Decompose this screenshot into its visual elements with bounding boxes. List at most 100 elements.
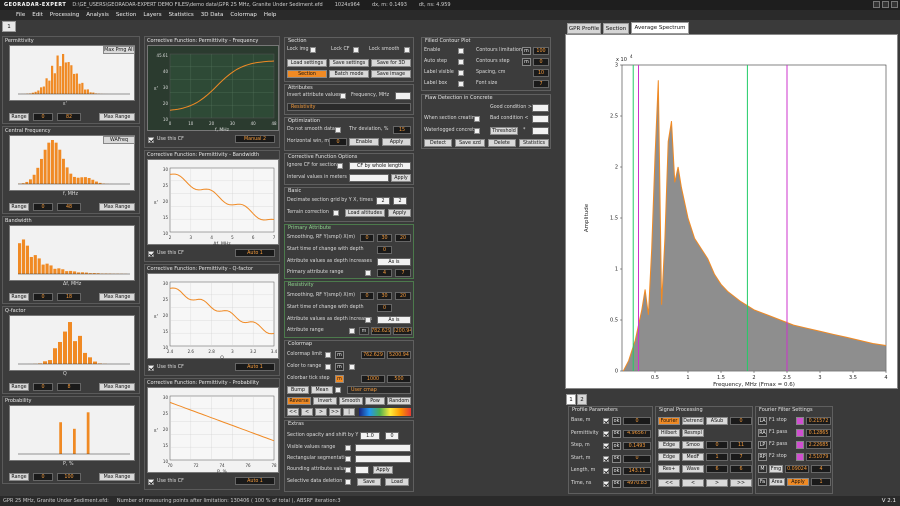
mean-button[interactable]: Mean — [311, 386, 333, 394]
decimate-y-select[interactable]: 2 — [376, 197, 390, 205]
fourier-key-button[interactable]: LA — [758, 417, 767, 425]
signal-cell-r3-0[interactable]: Edge — [658, 441, 680, 449]
signal-cell-r4-2[interactable]: 1 — [706, 453, 728, 461]
cf-mode-select[interactable]: Manual 2 — [235, 135, 275, 143]
waterlogged-checkbox[interactable] — [474, 128, 480, 134]
label-visible-checkbox[interactable] — [458, 70, 464, 76]
menu-section[interactable]: Section — [116, 12, 136, 18]
res-range-min[interactable]: 782.629 — [371, 327, 391, 335]
range-button[interactable]: Range — [9, 383, 29, 391]
extras-apply-button[interactable]: Apply — [373, 466, 393, 474]
shift-input[interactable]: 0 — [385, 432, 399, 440]
primary-range-max[interactable]: 7 — [395, 269, 411, 277]
range-min-input[interactable]: 0 — [33, 113, 53, 121]
max-range-button[interactable]: Max Range — [99, 113, 135, 121]
signal-cell-r4-1[interactable]: MedF — [682, 453, 704, 461]
save-settings-button[interactable]: Save settings — [329, 59, 369, 67]
opacity-select[interactable]: 1.0 — [360, 432, 380, 440]
profile-param-input[interactable]: 4970.83 — [623, 479, 651, 488]
color-range-checkbox-2[interactable] — [349, 364, 355, 370]
maximize-icon[interactable] — [882, 1, 889, 8]
cmap-first-button[interactable]: << — [287, 408, 299, 416]
profile-param-input[interactable]: 0.1493 — [623, 442, 651, 450]
cmap-bar-button[interactable]: | — [343, 408, 355, 416]
bump-button[interactable]: Bump — [287, 386, 309, 394]
interval-input[interactable] — [349, 174, 389, 182]
signal-cell-r5-3[interactable]: 6 — [730, 465, 752, 473]
bottom-tab-1[interactable]: 1 — [566, 394, 576, 405]
basic-apply-button[interactable]: Apply — [388, 209, 411, 217]
res-smooth-y[interactable]: 0 — [360, 292, 374, 300]
primary-range-checkbox[interactable] — [365, 270, 371, 276]
color-range-checkbox[interactable] — [325, 364, 331, 370]
fourier-fmg-button[interactable]: Fmg — [769, 465, 783, 473]
signal-cell-r3-3[interactable]: 11 — [730, 441, 752, 449]
primary-range-min[interactable]: 4 — [377, 269, 392, 277]
res-depth-checkbox[interactable] — [365, 317, 371, 323]
fourier-one-input[interactable]: 1 — [811, 478, 831, 486]
signal-nav-button[interactable]: > — [706, 479, 728, 487]
label-box-checkbox[interactable] — [458, 81, 464, 87]
user-cmap-select[interactable]: User cmap — [347, 386, 411, 394]
use-cf-checkbox[interactable] — [148, 479, 154, 485]
lock-img-checkbox[interactable] — [310, 47, 316, 53]
profile-param-input[interactable]: 0 — [623, 454, 651, 463]
frequency-input[interactable] — [395, 92, 411, 100]
selective-checkbox[interactable] — [345, 479, 351, 485]
fourier-four-input[interactable]: 4 — [811, 465, 831, 473]
fourier-value-input[interactable]: 2.22685 — [806, 441, 831, 449]
primary-depth-select[interactable]: As is — [377, 258, 411, 266]
profile-param-checkbox[interactable] — [603, 418, 609, 424]
max-range-button[interactable]: Max Range — [99, 473, 135, 481]
profile-param-checkbox[interactable] — [603, 443, 609, 449]
detect-button[interactable]: Detect — [424, 139, 452, 147]
fourier-color-swatch[interactable] — [796, 441, 804, 449]
res-range-max[interactable]: 5200.94 — [393, 327, 412, 335]
max-range-button[interactable]: Max Range — [99, 203, 135, 211]
tab-section[interactable]: Section — [603, 23, 629, 34]
menu-3d-data[interactable]: 3D Data — [201, 12, 224, 18]
fourier-value-input[interactable]: 0.12865 — [806, 429, 831, 437]
signal-cell-r5-1[interactable]: Wave — [682, 465, 704, 473]
when-creating-checkbox[interactable] — [474, 116, 480, 122]
cf-mode-select[interactable]: Auto 1 — [235, 477, 275, 485]
menu-file[interactable]: File — [16, 12, 25, 18]
signal-cell-r4-0[interactable]: Edge — [658, 453, 680, 461]
contour-limit-input[interactable]: 100 — [533, 47, 549, 55]
attribute-select[interactable]: Resistivity — [287, 103, 411, 111]
load-altitudes-button[interactable]: Load altitudes — [345, 209, 385, 217]
profile-param-ok-button[interactable]: ok — [612, 429, 621, 438]
res-smooth-x1[interactable]: 30 — [377, 292, 392, 300]
rect-seg-input[interactable] — [355, 455, 411, 463]
enable-button[interactable]: Enable — [349, 138, 379, 146]
save-xzd-button[interactable]: Save xzd — [455, 139, 485, 147]
cmap-last-button[interactable]: >> — [329, 408, 341, 416]
bad-condition-input[interactable] — [532, 115, 549, 123]
section-button[interactable]: Section — [287, 70, 327, 78]
cmap-next-button[interactable]: > — [315, 408, 327, 416]
signal-cell-r3-2[interactable]: 0 — [706, 441, 728, 449]
invert-attr-checkbox[interactable] — [340, 93, 346, 99]
random-button[interactable]: Random — [387, 397, 411, 405]
tick-step-2[interactable]: 500 — [387, 375, 411, 383]
contour-enable-checkbox[interactable] — [458, 48, 464, 54]
visible-range-checkbox[interactable] — [345, 445, 351, 451]
reverse-button[interactable]: Reverse — [287, 397, 311, 405]
threshold-input[interactable] — [532, 127, 549, 135]
ignore-cf-checkbox[interactable] — [337, 163, 343, 169]
signal-cell-r2-0[interactable]: Hilbert — [658, 429, 680, 437]
tab-gpr-profile[interactable]: GPR Profile — [567, 23, 601, 34]
profile-param-ok-button[interactable]: ok — [612, 479, 621, 488]
color-range-m-button[interactable]: m — [335, 363, 344, 371]
contour-step-m[interactable]: m — [522, 58, 531, 66]
signal-cell-r1-2[interactable]: ASub — [706, 417, 728, 425]
fourier-color-swatch[interactable] — [796, 429, 804, 437]
threshold-button[interactable]: Threshold — [490, 127, 518, 135]
use-cf-checkbox[interactable] — [148, 251, 154, 257]
range-max-input[interactable]: 82 — [57, 113, 81, 121]
signal-cell-r1-1[interactable]: Detrend — [682, 417, 704, 425]
cmap-limit-m-button[interactable]: m — [335, 351, 344, 359]
range-button[interactable]: Range — [9, 293, 29, 301]
range-min-input[interactable]: 0 — [33, 383, 53, 391]
range-min-input[interactable]: 0 — [33, 473, 53, 481]
